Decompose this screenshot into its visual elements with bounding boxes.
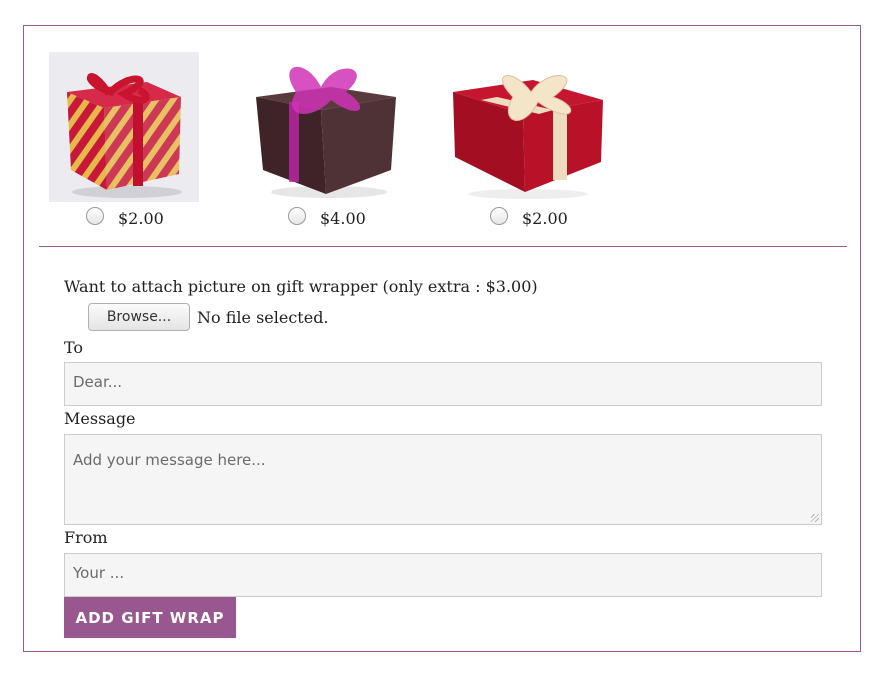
add-gift-wrap-button[interactable]: ADD GIFT WRAP <box>64 597 236 638</box>
gift-wrap-option-1[interactable] <box>49 52 199 202</box>
message-label: Message <box>64 409 136 428</box>
message-placeholder: Add your message here... <box>73 451 266 469</box>
file-status-text: No file selected. <box>197 308 329 327</box>
browse-button[interactable]: Browse... <box>88 303 190 331</box>
from-label: From <box>64 528 108 547</box>
gift-wrap-option-2[interactable] <box>251 52 401 202</box>
wrap-radio-1[interactable] <box>86 206 104 225</box>
wrap-price-1: $2.00 <box>118 209 164 228</box>
resize-grip-icon[interactable] <box>811 514 819 522</box>
gift-box-red-cream-ribbon-icon[interactable] <box>453 52 603 202</box>
wrap-radio-2[interactable] <box>288 206 306 225</box>
attach-picture-label: Want to attach picture on gift wrapper (… <box>64 277 538 296</box>
from-placeholder: Your ... <box>73 564 125 582</box>
section-divider <box>39 246 847 247</box>
gift-box-brown-pink-ribbon-icon[interactable] <box>251 52 401 202</box>
gift-wrap-panel: $2.00 $4.00 $2.00 Want to attach picture… <box>23 25 861 652</box>
wrap-radio-3[interactable] <box>490 206 508 225</box>
gift-box-red-yellow-stripes-icon[interactable] <box>49 52 199 202</box>
to-label: To <box>64 338 84 357</box>
wrap-price-2: $4.00 <box>320 209 366 228</box>
gift-wrap-option-3[interactable] <box>453 52 603 202</box>
wrap-price-3: $2.00 <box>522 209 568 228</box>
to-placeholder: Dear... <box>73 373 123 391</box>
from-input[interactable]: Your ... <box>64 553 822 597</box>
to-input[interactable]: Dear... <box>64 362 822 406</box>
message-textarea[interactable]: Add your message here... <box>64 434 822 525</box>
